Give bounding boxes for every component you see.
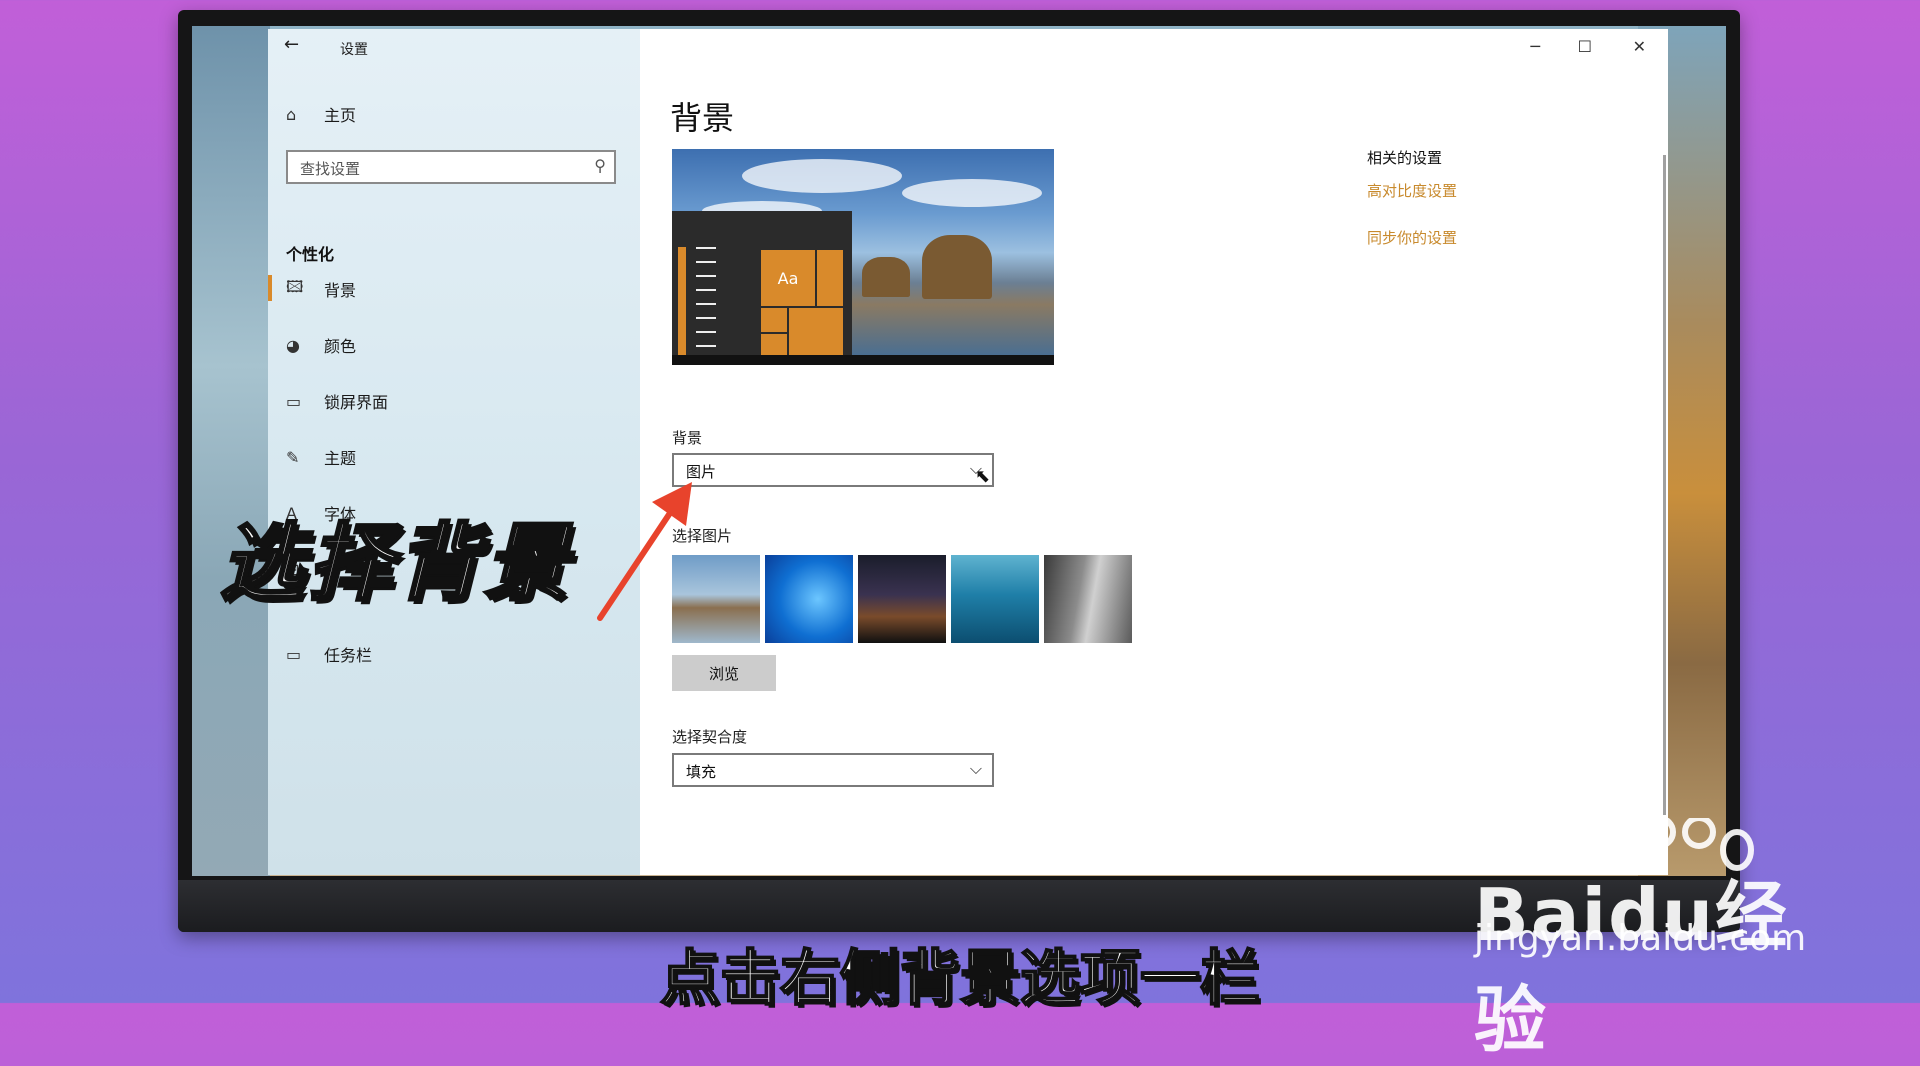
dropdown-value: 填充 xyxy=(686,763,717,781)
sidebar-item-label: 颜色 xyxy=(324,337,357,356)
sidebar-item-themes[interactable]: ✎ 主题 xyxy=(286,442,356,472)
picture-thumbnail[interactable] xyxy=(765,555,853,643)
preview-taskbar xyxy=(672,355,1054,365)
browse-button[interactable]: 浏览 xyxy=(672,655,776,691)
sidebar: ← 设置 ⌂ 主页 查找设置 ⚲ 个性化 🖾 背景 ◕ 颜色 ▭ 锁屏界面 ✎ … xyxy=(268,29,640,875)
content-pane: ─ ☐ ✕ 背景 Aa 背景 图片 ⌵ 选择图片 浏览 选择契合度 填充 ⌵ 相… xyxy=(640,29,1668,875)
sidebar-item-colors[interactable]: ◕ 颜色 xyxy=(286,330,356,360)
baidu-jingyan-watermark: Baidu经验 jingyan.baidu.com xyxy=(1474,818,1854,1062)
mouse-cursor-icon: ⬉ xyxy=(975,466,991,487)
picture-thumbnail[interactable] xyxy=(951,555,1039,643)
annotation-arrow-icon xyxy=(597,482,692,621)
palette-icon: ◕ xyxy=(286,335,300,355)
fit-label: 选择契合度 xyxy=(672,728,748,746)
section-heading: 个性化 xyxy=(286,245,335,264)
window-title: 设置 xyxy=(340,42,368,58)
settings-window: ← 设置 ⌂ 主页 查找设置 ⚲ 个性化 🖾 背景 ◕ 颜色 ▭ 锁屏界面 ✎ … xyxy=(268,29,1668,875)
sidebar-item-label: 背景 xyxy=(324,281,357,300)
related-settings-title: 相关的设置 xyxy=(1367,149,1443,167)
home-label: 主页 xyxy=(324,106,357,125)
desktop-wallpaper-left xyxy=(192,26,270,876)
search-placeholder: 查找设置 xyxy=(300,160,361,178)
picture-thumbnail[interactable] xyxy=(858,555,946,643)
minimize-button[interactable]: ─ xyxy=(1530,37,1540,56)
scrollbar[interactable] xyxy=(1663,155,1666,815)
sidebar-item-taskbar[interactable]: ▭ 任务栏 xyxy=(286,639,372,669)
sidebar-item-background[interactable]: 🖾 背景 xyxy=(286,274,356,304)
home-icon: ⌂ xyxy=(286,104,297,124)
image-icon: 🖾 xyxy=(286,276,304,296)
background-label: 背景 xyxy=(672,429,703,447)
picture-thumbnail[interactable] xyxy=(1044,555,1132,643)
sidebar-item-label: 锁屏界面 xyxy=(324,393,389,412)
page-title: 背景 xyxy=(670,99,735,137)
sidebar-item-home[interactable]: ⌂ 主页 xyxy=(286,99,356,129)
lock-screen-icon: ▭ xyxy=(286,391,302,411)
chevron-down-icon: ⌵ xyxy=(969,759,982,778)
search-icon: ⚲ xyxy=(594,156,606,175)
related-settings: 相关的设置 高对比度设置 同步你的设置 xyxy=(1367,147,1457,248)
background-type-dropdown[interactable]: 图片 ⌵ xyxy=(672,453,994,487)
watermark-brand: Baidu经验 xyxy=(1474,873,1789,1062)
taskbar-icon: ▭ xyxy=(286,644,302,664)
preview-start-menu: Aa xyxy=(672,211,852,365)
overlay-title: 选择背景 xyxy=(218,513,573,614)
watermark-url: jingyan.baidu.com xyxy=(1474,918,1807,959)
background-preview: Aa xyxy=(672,149,1054,365)
search-input[interactable]: 查找设置 ⚲ xyxy=(286,150,616,184)
close-button[interactable]: ✕ xyxy=(1633,37,1646,56)
high-contrast-link[interactable]: 高对比度设置 xyxy=(1367,180,1457,201)
sidebar-item-label: 任务栏 xyxy=(324,646,373,665)
selected-indicator xyxy=(268,275,272,301)
screen: ← 设置 ⌂ 主页 查找设置 ⚲ 个性化 🖾 背景 ◕ 颜色 ▭ 锁屏界面 ✎ … xyxy=(192,26,1726,876)
sidebar-item-lock-screen[interactable]: ▭ 锁屏界面 xyxy=(286,386,388,416)
fit-dropdown[interactable]: 填充 ⌵ xyxy=(672,753,994,787)
sidebar-item-label: 主题 xyxy=(324,449,357,468)
brush-icon: ✎ xyxy=(286,447,300,467)
maximize-button[interactable]: ☐ xyxy=(1578,37,1592,56)
arrow-left-icon[interactable]: ← xyxy=(284,34,299,55)
sync-settings-link[interactable]: 同步你的设置 xyxy=(1367,227,1457,248)
dropdown-value: 图片 xyxy=(686,463,717,481)
preview-tile: Aa xyxy=(760,249,816,307)
